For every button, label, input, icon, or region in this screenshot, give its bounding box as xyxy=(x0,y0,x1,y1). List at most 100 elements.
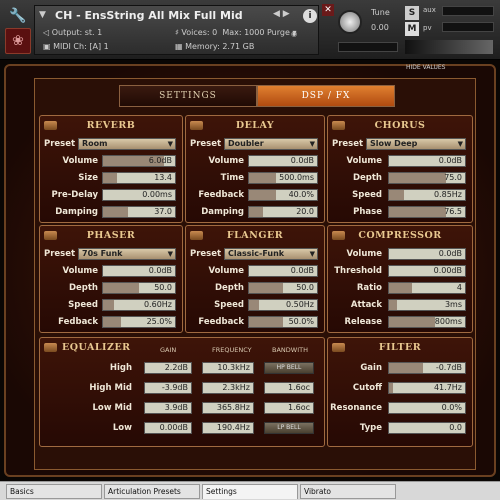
compressor-attack-value: 3ms xyxy=(444,300,462,309)
delay-volume-value-field[interactable]: 0.0dB xyxy=(248,155,318,167)
eq-low-gain-field[interactable]: 0.00dB xyxy=(144,422,192,434)
filter-type-value-field[interactable]: 0.0 xyxy=(388,422,466,434)
flanger-feedback-value-field[interactable]: 50.0% xyxy=(248,316,318,328)
compressor-attack-value-field[interactable]: 3ms xyxy=(388,299,466,311)
flanger-feedback-value: 50.0% xyxy=(288,317,314,326)
filter-resonance-value: 0.0% xyxy=(441,403,462,412)
collapse-arrow-icon[interactable]: ▼ xyxy=(39,10,46,20)
tab-basics[interactable]: Basics xyxy=(6,484,102,499)
pv-button[interactable]: pv xyxy=(423,24,439,36)
tab-vibrato[interactable]: Vibrato xyxy=(300,484,396,499)
delay-preset-select[interactable]: Doubler ▼ xyxy=(224,138,318,150)
max-label: Max: xyxy=(222,28,242,37)
chorus-preset-label: Preset xyxy=(332,139,364,149)
wrench-icon[interactable]: 🔧 xyxy=(5,6,31,26)
close-icon[interactable]: ✕ xyxy=(322,4,334,16)
flanger-preset-chevron-down-icon: ▼ xyxy=(309,250,315,258)
chorus-volume-value-field[interactable]: 0.0dB xyxy=(388,155,466,167)
compressor-ratio-value-fill xyxy=(389,283,412,293)
volume-slider[interactable] xyxy=(405,40,493,54)
reverb-preset-chevron-down-icon: ▼ xyxy=(167,140,173,148)
delay-damping-value: 20.0 xyxy=(296,207,314,216)
tab-settings-bottom[interactable]: Settings xyxy=(202,484,298,499)
eq-low-mid-frequency-field[interactable]: 365.8Hz xyxy=(202,402,254,414)
eq-high-mid-frequency-field[interactable]: 2.3kHz xyxy=(202,382,254,394)
eq-high-frequency-field[interactable]: 10.3kHz xyxy=(202,362,254,374)
chorus-speed-value-field[interactable]: 0.85Hz xyxy=(388,189,466,201)
midi-value[interactable]: [A] 1 xyxy=(89,42,108,51)
hide-values-button[interactable]: HIDE VALUES xyxy=(406,64,445,71)
compressor-volume-label: Volume xyxy=(346,249,382,259)
compressor-threshold-value-field[interactable]: 0.00dB xyxy=(388,265,466,277)
max-value[interactable]: 1000 xyxy=(244,28,264,37)
reverb-size-value-field[interactable]: 13.4 xyxy=(102,172,176,184)
filter-cutoff-value-fill xyxy=(389,383,393,393)
midi-row[interactable]: ▣ MIDI Ch: [A] 1 xyxy=(43,42,109,51)
chorus-speed-label: Speed xyxy=(352,190,382,200)
output-value[interactable]: st. 1 xyxy=(85,28,102,37)
memory-row: ▦ Memory: 2.71 GB xyxy=(175,42,254,51)
chorus-phase-value-fill xyxy=(389,207,446,217)
phaser-depth-value-field[interactable]: 50.0 xyxy=(102,282,176,294)
chorus-panel: CHORUS Preset Slow Deep ▼ Volume 0.0dB Depth 7… xyxy=(327,115,473,223)
tab-dsp-fx[interactable]: DSP / FX xyxy=(257,85,395,107)
compressor-attack-value-fill xyxy=(389,300,397,310)
eq-low-mid-gain-field[interactable]: 3.9dB xyxy=(144,402,192,414)
output-row[interactable]: ◁ Output: st. 1 xyxy=(43,28,102,37)
eq-high-bandwidth-mode-button[interactable]: HP BELL xyxy=(264,362,314,374)
mute-button[interactable]: M xyxy=(405,22,419,36)
delay-time-value-field[interactable]: 500.0ms xyxy=(248,172,318,184)
equalizer-panel: EQUALIZER GAIN FREQUENCY BANDWITH High 2.… xyxy=(39,337,325,447)
flanger-preset-select[interactable]: Classic-Funk ▼ xyxy=(224,248,318,260)
flanger-preset-label: Preset xyxy=(190,249,222,259)
eq-high-gain-field[interactable]: 2.2dB xyxy=(144,362,192,374)
reverb-volume-value-field[interactable]: 6.0dB xyxy=(102,155,176,167)
purge-button[interactable]: Purge ▾ xyxy=(267,28,296,37)
flanger-speed-value-field[interactable]: 0.50Hz xyxy=(248,299,318,311)
phaser-volume-value-field[interactable]: 0.0dB xyxy=(102,265,176,277)
eq-low-bandwidth-mode-button[interactable]: LP BELL xyxy=(264,422,314,434)
chorus-phase-value-field[interactable]: 76.5 xyxy=(388,206,466,218)
phaser-volume-value: 0.0dB xyxy=(148,266,172,275)
filter-gain-value-field[interactable]: -0.7dB xyxy=(388,362,466,374)
tab-articulation-presets[interactable]: Articulation Presets xyxy=(104,484,200,499)
aux-button[interactable]: aux xyxy=(423,6,439,18)
delay-damping-value-field[interactable]: 20.0 xyxy=(248,206,318,218)
chorus-preset-select[interactable]: Slow Deep ▼ xyxy=(366,138,466,150)
tune-value[interactable]: 0.00 xyxy=(371,23,389,32)
reverb-damping-value-field[interactable]: 37.0 xyxy=(102,206,176,218)
phaser-speed-value-field[interactable]: 0.60Hz xyxy=(102,299,176,311)
solo-button[interactable]: S xyxy=(405,6,419,20)
chorus-depth-value-field[interactable]: 75.0 xyxy=(388,172,466,184)
instrument-title[interactable]: CH - EnsString All Mix Full Mid xyxy=(55,9,243,22)
compressor-volume-value-field[interactable]: 0.0dB xyxy=(388,248,466,260)
prev-next-instrument-icon[interactable]: ◀ ▶ xyxy=(273,9,290,19)
flanger-volume-value-field[interactable]: 0.0dB xyxy=(248,265,318,277)
filter-resonance-value-field[interactable]: 0.0% xyxy=(388,402,466,414)
tab-settings[interactable]: SETTINGS xyxy=(119,85,257,107)
phaser-preset-select[interactable]: 70s Funk ▼ xyxy=(78,248,176,260)
phaser-fedback-value-field[interactable]: 25.0% xyxy=(102,316,176,328)
memory-label: Memory: xyxy=(185,42,220,51)
tune-knob[interactable] xyxy=(338,10,362,34)
phaser-fedback-value-fill xyxy=(103,317,121,327)
flanger-depth-value-field[interactable]: 50.0 xyxy=(248,282,318,294)
equalizer-power-button[interactable] xyxy=(44,343,57,352)
chorus-depth-value-fill xyxy=(389,173,446,183)
info-icon[interactable]: i xyxy=(303,9,317,23)
filter-cutoff-value-field[interactable]: 41.7Hz xyxy=(388,382,466,394)
reverb-pre-delay-value-field[interactable]: 0.00ms xyxy=(102,189,176,201)
eq-low-mid-bandwidth-field[interactable]: 1.6oc xyxy=(264,402,314,414)
pan-slider[interactable] xyxy=(338,42,398,52)
eq-col-frequency: FREQUENCY xyxy=(212,346,252,354)
phaser-preset-chevron-down-icon: ▼ xyxy=(167,250,173,258)
delay-feedback-label: Feedback xyxy=(198,190,244,200)
eq-high-mid-bandwidth-field[interactable]: 1.6oc xyxy=(264,382,314,394)
eq-low-frequency-field[interactable]: 190.4Hz xyxy=(202,422,254,434)
compressor-ratio-value-field[interactable]: 4 xyxy=(388,282,466,294)
eq-col-gain: GAIN xyxy=(160,346,177,354)
eq-high-mid-gain-field[interactable]: -3.9dB xyxy=(144,382,192,394)
reverb-preset-select[interactable]: Room ▼ xyxy=(78,138,176,150)
delay-feedback-value-field[interactable]: 40.0% xyxy=(248,189,318,201)
compressor-release-value-field[interactable]: 800ms xyxy=(388,316,466,328)
